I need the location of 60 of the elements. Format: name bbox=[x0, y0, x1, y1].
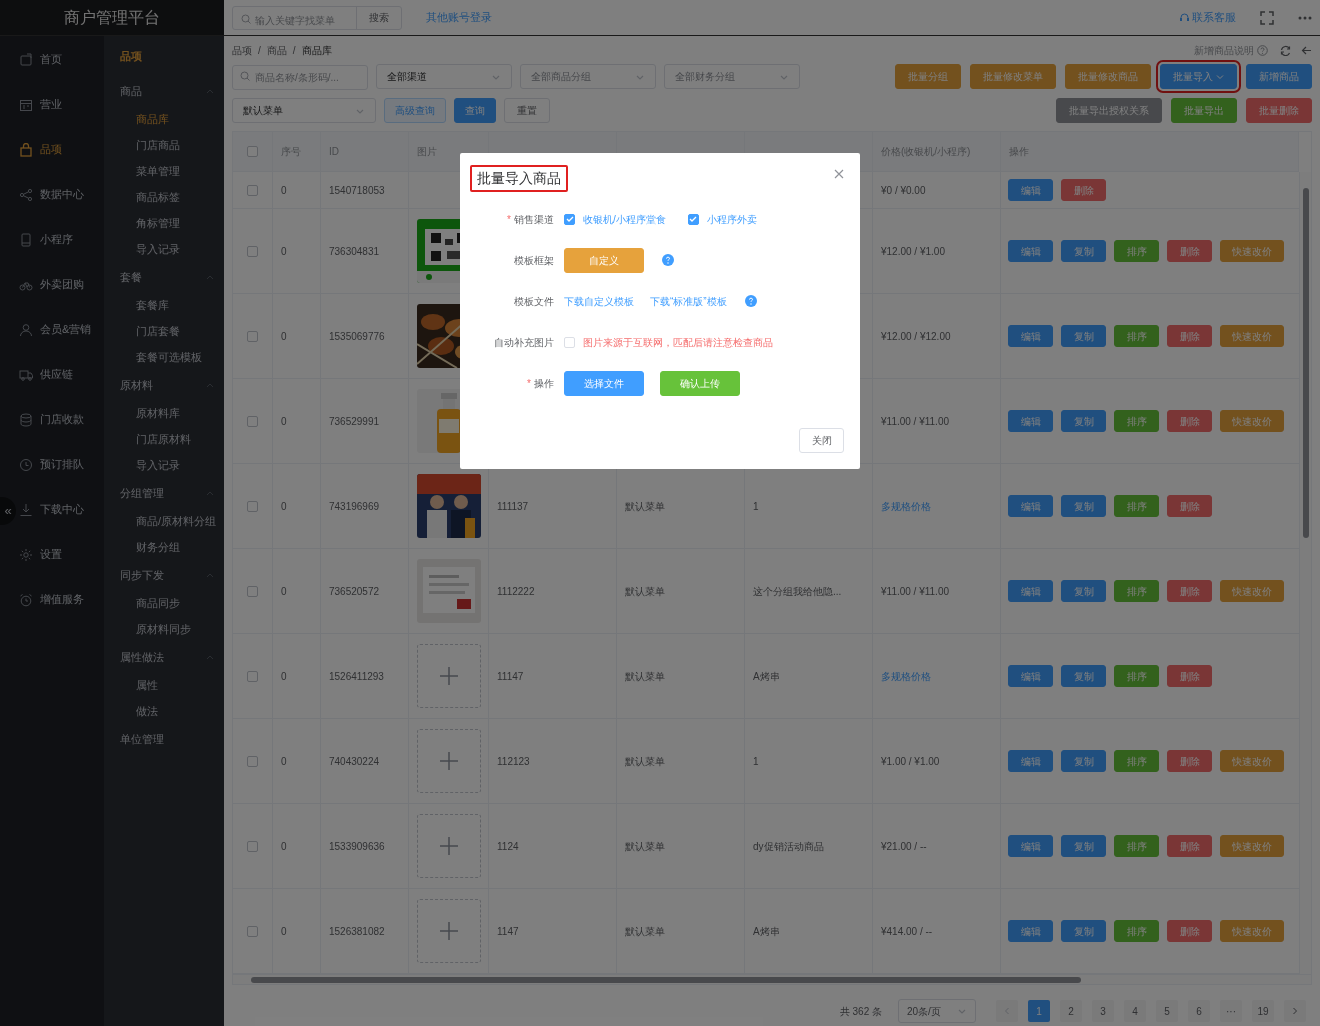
warning-text: 图片来源于互联网，匹配后请注意检查商品 bbox=[583, 335, 773, 350]
table-cell-text: 736304831 bbox=[329, 244, 380, 259]
table-cell-text: 11147 bbox=[497, 669, 524, 684]
table-cell-text: ¥12.00 / ¥12.00 bbox=[881, 329, 951, 344]
required-mark: * bbox=[527, 376, 531, 391]
total-count: 共 362 条 bbox=[839, 1004, 882, 1019]
table-cell-text: 0 bbox=[281, 183, 287, 198]
form-label: 模板框架 bbox=[514, 253, 554, 268]
table-cell-text: 1112222 bbox=[497, 584, 535, 599]
table-cell-text: ¥1.00 / ¥1.00 bbox=[881, 754, 940, 769]
table-cell-text: 736529991 bbox=[329, 414, 380, 429]
table-cell-text: 1526411293 bbox=[329, 669, 384, 684]
table-cell-text: ¥414.00 / -- bbox=[881, 924, 933, 939]
required-mark: * bbox=[507, 212, 511, 227]
table-cell-text: dy促销活动商品 bbox=[753, 839, 824, 854]
table-cell-text: 0 bbox=[281, 414, 287, 429]
table-cell-text: 1533909636 bbox=[329, 839, 385, 854]
table-cell-text: A烤串 bbox=[753, 669, 780, 684]
table-cell-text: 0 bbox=[281, 499, 287, 514]
table-cell-text: 0 bbox=[281, 329, 287, 344]
table-cell-text: 740430224 bbox=[329, 754, 380, 769]
dialog-title: 批量导入商品 bbox=[470, 165, 568, 192]
table-cell-text: 默认菜单 bbox=[625, 499, 665, 514]
app-title: 商户管理平台 bbox=[0, 0, 224, 35]
table-cell-text: 默认菜单 bbox=[625, 839, 665, 854]
table-cell-text: 默认菜单 bbox=[625, 584, 665, 599]
table-cell-text: ¥11.00 / ¥11.00 bbox=[881, 414, 950, 429]
table-cell-text: 1535069776 bbox=[329, 329, 385, 344]
table-cell-text: 1 bbox=[753, 499, 759, 514]
table-cell-text: 默认菜单 bbox=[625, 754, 665, 769]
table-cell-text: 736520572 bbox=[329, 584, 380, 599]
table-cell-text: 0 bbox=[281, 244, 287, 259]
table-cell-text: 0 bbox=[281, 839, 287, 854]
table-cell-text: 1124 bbox=[497, 839, 519, 854]
subnav-title: 品项 bbox=[120, 48, 143, 64]
breadcrumb-separator: / bbox=[258, 43, 261, 58]
form-label: 模板文件 bbox=[514, 294, 554, 309]
table-cell-text: 743196969 bbox=[329, 499, 380, 514]
table-cell-text: ¥0 / ¥0.00 bbox=[881, 183, 926, 198]
table-cell-text: ¥12.00 / ¥1.00 bbox=[881, 244, 945, 259]
table-cell-text: 0 bbox=[281, 669, 287, 684]
table-cell-text: 1540718053 bbox=[329, 183, 385, 198]
form-label: 操作 bbox=[534, 376, 554, 391]
table-cell-text: 0 bbox=[281, 584, 287, 599]
table-cell-text: 112123 bbox=[497, 754, 530, 769]
table-cell-text: 1526381082 bbox=[329, 924, 385, 939]
table-cell-text: 1 bbox=[753, 754, 759, 769]
table-cell-text: 0 bbox=[281, 754, 287, 769]
table-cell-text: 1147 bbox=[497, 924, 519, 939]
table-cell-text: 默认菜单 bbox=[625, 669, 665, 684]
table-cell-text: 0 bbox=[281, 924, 287, 939]
form-label: 自动补充图片 bbox=[494, 335, 554, 350]
table-cell-text: ¥11.00 / ¥11.00 bbox=[881, 584, 950, 599]
table-cell-text: ¥21.00 / -- bbox=[881, 839, 927, 854]
table-cell-text: A烤串 bbox=[753, 924, 780, 939]
table-cell-text: 这个分组我给他隐... bbox=[753, 584, 842, 599]
table-cell-text: 111137 bbox=[497, 499, 529, 514]
breadcrumb-separator: / bbox=[292, 43, 296, 58]
table-cell-text: 默认菜单 bbox=[625, 924, 665, 939]
form-label: 销售渠道 bbox=[514, 212, 554, 227]
